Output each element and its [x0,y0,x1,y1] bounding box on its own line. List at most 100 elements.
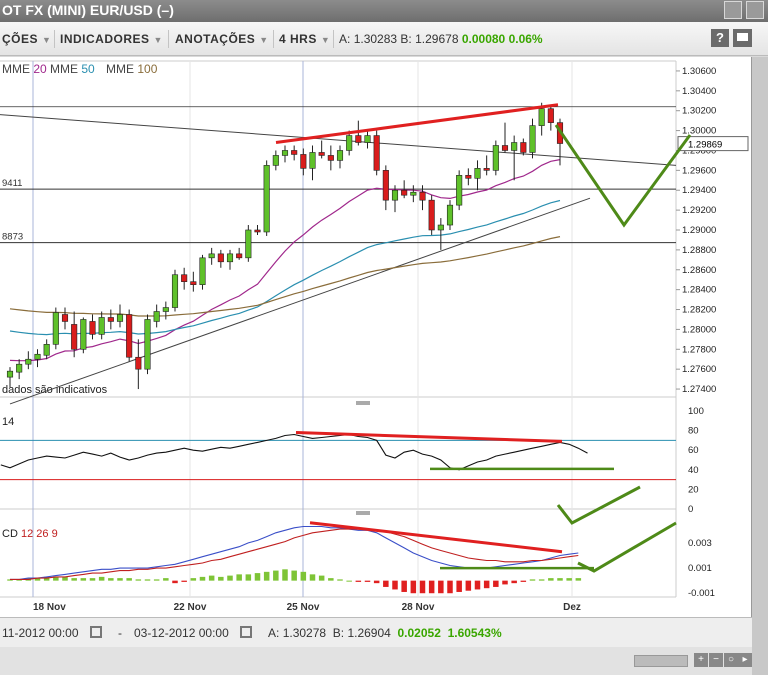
candle-body [25,358,32,365]
timeframe-menu[interactable]: 4 HRS ▼ [279,32,330,46]
candle-body [254,229,261,233]
candle-body [483,168,490,171]
macd-histogram-bar [144,579,151,581]
time-scrollbar-thumb[interactable] [634,655,688,667]
zoom-in-icon[interactable]: + [694,653,708,667]
date-to[interactable]: 03-12-2012 00:00 [134,626,229,640]
macd-histogram-bar [282,569,288,581]
rsi-tick-label: 80 [688,426,699,437]
candle-body [153,311,160,322]
candle-body [135,356,142,370]
support-level-label: 8873 [2,232,23,243]
indicators-menu[interactable]: INDICADORES ▼ [60,32,163,46]
macd-histogram-bar [566,578,572,581]
price-tick-label: 1.30400 [682,86,716,97]
candle-body [52,312,59,345]
price-tick-label: 1.27400 [682,384,716,395]
price-tick-label: 1.28000 [682,324,716,335]
close-button[interactable] [746,1,764,19]
macd-histogram-bar [383,580,389,587]
zoom-out-icon[interactable]: − [709,653,723,667]
price-tick-label: 1.29200 [682,205,716,216]
candle-body [226,253,234,263]
macd-histogram-bar [117,578,123,581]
macd-tick-label: 0.003 [688,538,712,549]
ascending-trend-line [9,197,591,405]
help-button[interactable]: ? [711,29,729,47]
actions-menu[interactable]: ÇÕES ▼ [2,32,51,46]
candle-body [263,165,270,233]
candle-body [529,125,536,153]
calendar-icon[interactable] [90,626,102,638]
price-tick-label: 1.28600 [682,265,716,276]
macd-histogram-bar [511,580,517,584]
macd-histogram-bar [208,575,215,581]
ask-value: 1.30283 [353,32,398,46]
period-change: 0.02052 [397,626,441,640]
price-tick-label: 1.28400 [682,285,716,296]
candle-body [327,155,334,161]
scroll-end-icon[interactable]: ▸ [738,653,752,667]
red-rising-wedge-line [275,103,559,145]
macd-histogram-bar [181,580,187,582]
macd-histogram-bar [218,576,224,581]
candle-body [116,314,124,322]
candle-body [281,150,289,156]
macd-histogram-bar [410,580,417,594]
candle-body [199,257,206,285]
change-percent: 0.06% [508,32,543,46]
period-change-percent: 1.60543% [447,626,502,640]
rsi-tick-label: 20 [688,484,699,495]
macd-histogram-bar [364,580,371,582]
comment-icon[interactable] [733,29,752,47]
rsi-green-arrow [556,485,641,525]
x-tick-label: 22 Nov [174,602,207,613]
candle-body [98,317,105,335]
macd-histogram-bar [419,580,426,594]
refresh-icon[interactable]: ○ [724,653,738,667]
rsi-tick-label: 100 [688,406,704,417]
green-projection-arrow [554,124,692,228]
price-tick-label: 1.29600 [682,165,716,176]
toolbar-divider [168,30,169,48]
price-tick-label: 1.28200 [682,305,716,316]
candle-body [511,142,518,151]
macd-histogram-bar [135,579,142,581]
macd-histogram-bar [493,580,499,587]
chart-area[interactable]: MME 20 MME 50 MME 100 dados são indicati… [0,57,752,617]
toolbar-divider [273,30,274,48]
toolbar-divider [333,30,334,48]
macd-histogram-bar [337,579,343,581]
candle-body [446,204,454,226]
candle-body [318,152,325,156]
period-bid-value: 1.26904 [347,626,391,640]
candle-body [538,108,545,126]
timeframe-label: 4 HRS [279,32,317,46]
candle-body [144,319,151,370]
data-disclaimer: dados são indicativos [2,384,108,396]
chevron-down-icon: ▼ [320,35,331,45]
panel-resize-handle-0 [356,401,370,405]
toolbar-divider [54,30,55,48]
calendar-icon[interactable] [240,626,252,638]
period-ask-value: 1.30278 [282,626,327,640]
ema-100-line [9,236,561,317]
candle-body [465,175,472,179]
quote-summary: A: 1.30283 B: 1.29678 0.00080 0.06% [339,32,543,46]
support-level-label: 9411 [2,178,22,189]
macd-histogram-bar [245,574,252,581]
date-dash: - [118,626,122,640]
candle-body [300,154,307,169]
minimize-button[interactable] [724,1,742,19]
annotations-menu[interactable]: ANOTAÇÕES ▼ [175,32,269,46]
candle-body [547,108,554,123]
macd-histogram-bar [309,574,316,581]
date-from[interactable]: 11-2012 00:00 [2,626,79,640]
chart-svg[interactable]: MME 20 MME 50 MME 100 dados são indicati… [0,57,752,617]
macd-histogram-bar [80,578,87,581]
candle-body [217,253,224,263]
macd-histogram-bar [108,578,114,581]
chart-toolbar: ÇÕES ▼ INDICADORES ▼ ANOTAÇÕES ▼ 4 HRS ▼ A: … [0,22,768,56]
rsi-tick-label: 0 [688,504,693,515]
candle-body [501,145,509,151]
